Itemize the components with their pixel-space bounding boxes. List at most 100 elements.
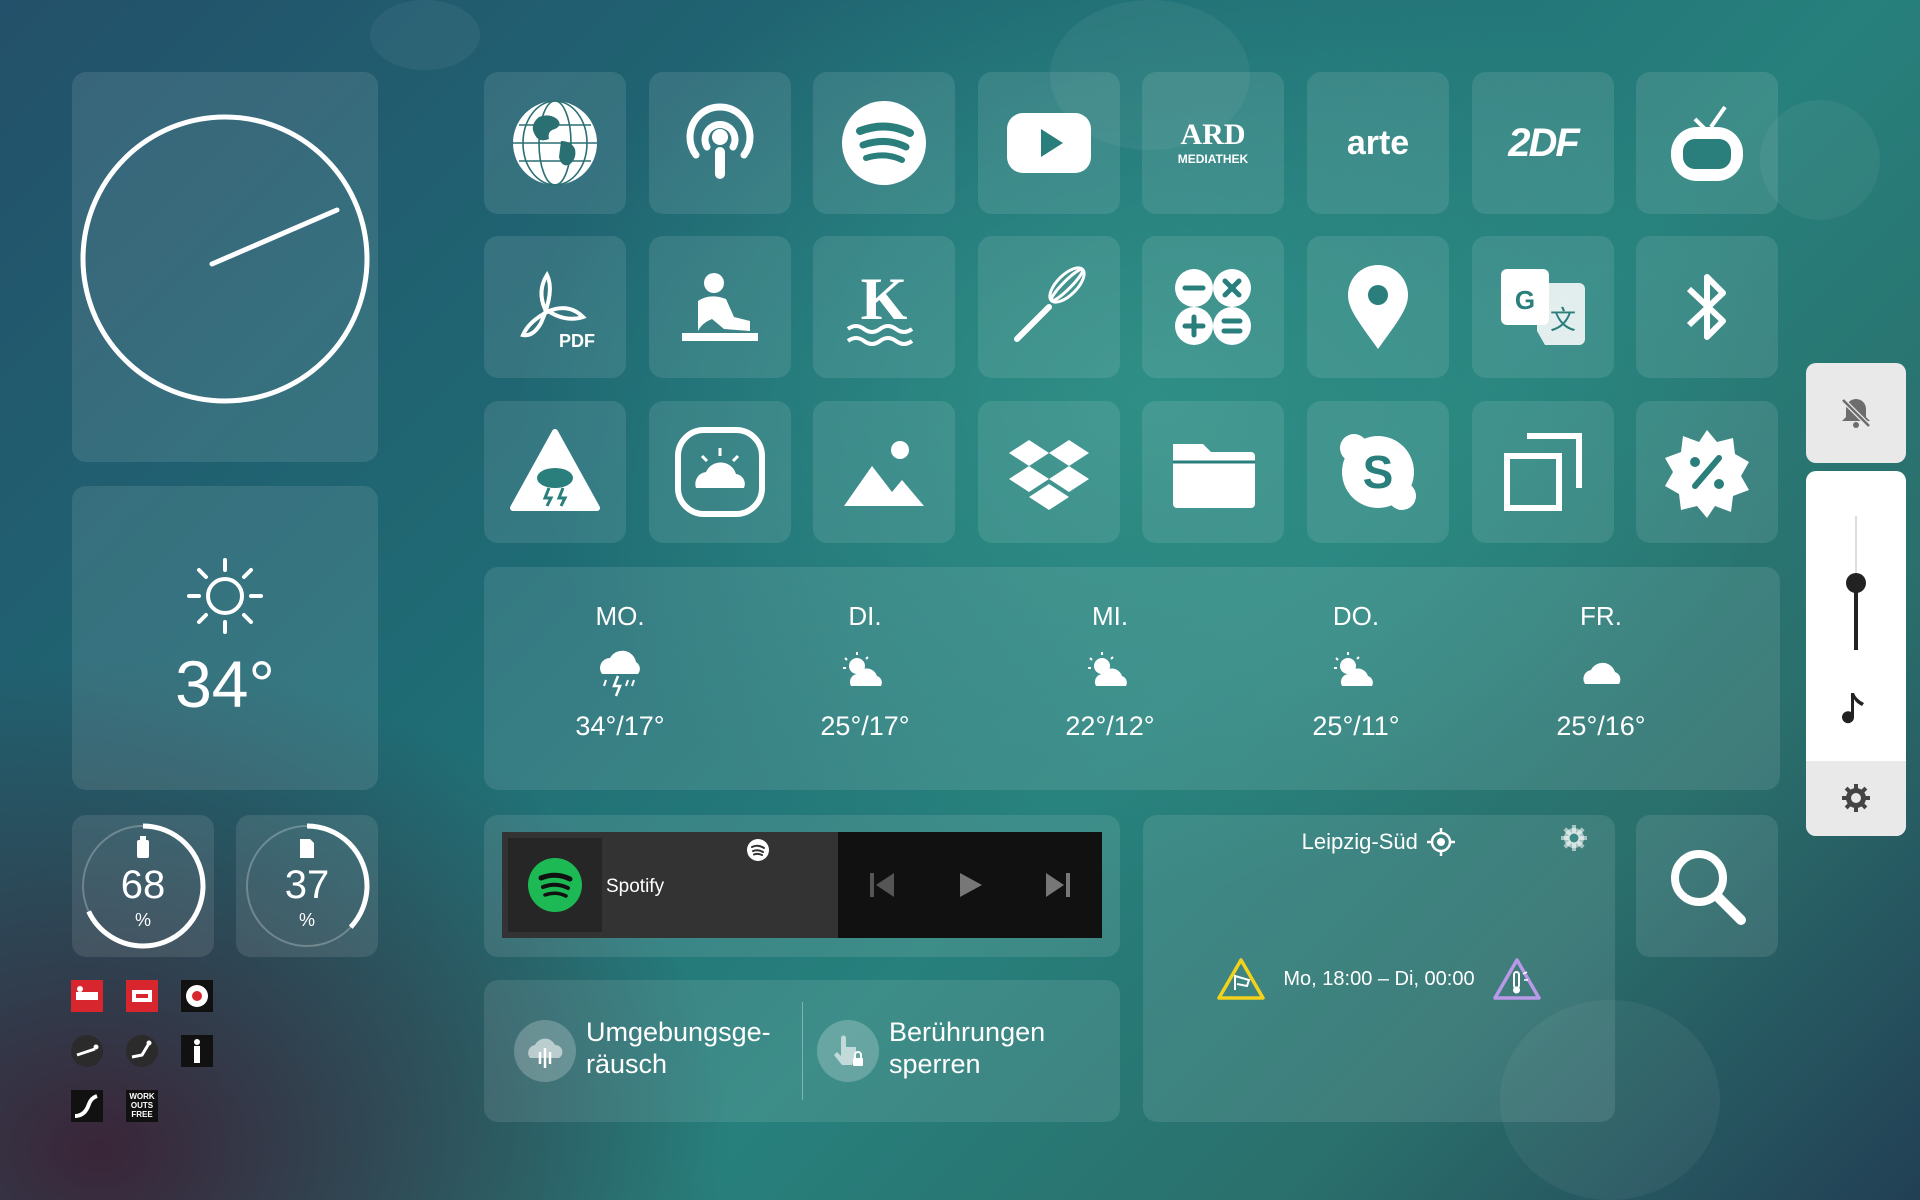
workout-figure-icon	[186, 985, 208, 1007]
play-button[interactable]	[954, 869, 986, 901]
bluetooth-app[interactable]	[1636, 236, 1778, 378]
heat-warning-icon	[1493, 958, 1541, 1000]
current-weather-widget[interactable]: 34°	[72, 486, 378, 790]
partly-cloudy-icon	[843, 652, 882, 686]
situp-icon	[131, 1040, 152, 1059]
spotify-badge-icon	[747, 839, 769, 861]
storage-unit: %	[298, 910, 315, 930]
multitask-app[interactable]	[1472, 401, 1614, 543]
gps-locate-icon[interactable]	[1426, 827, 1456, 857]
media-player[interactable]: Spotify	[502, 832, 1102, 938]
gallery-app[interactable]	[813, 401, 955, 543]
forecast-day-name: FR.	[1580, 601, 1622, 631]
media-player-widget: Spotify	[484, 815, 1120, 957]
skype-icon: S	[1340, 434, 1416, 510]
kindle-app[interactable]	[649, 236, 791, 378]
mute-notifications-button[interactable]	[1806, 363, 1906, 463]
forecast-day-name: MI.	[1091, 601, 1129, 631]
pdf-app[interactable]: PDF	[484, 236, 626, 378]
weather-warning-app[interactable]	[484, 401, 626, 543]
previous-track-button[interactable]	[866, 869, 898, 901]
maps-app[interactable]	[1307, 236, 1449, 378]
workout-app-1[interactable]	[71, 980, 103, 1012]
whisk-icon	[1014, 266, 1086, 342]
touch-lock-icon	[817, 1020, 879, 1082]
tv-icon	[1671, 105, 1743, 181]
forecast-day: DI. 25°/17°	[785, 601, 945, 742]
cloud-sound-icon	[514, 1020, 576, 1082]
partly-cloudy-icon	[1334, 652, 1373, 686]
volume-slider-thumb[interactable]	[1846, 573, 1866, 593]
storage-widget[interactable]: 37 %	[236, 815, 378, 957]
svg-text:G: G	[1515, 285, 1535, 315]
workout-app-4[interactable]	[71, 1035, 103, 1067]
workout-app-6[interactable]	[181, 1035, 213, 1067]
settings-gear-icon[interactable]	[1559, 823, 1589, 853]
analog-clock-icon	[80, 114, 370, 404]
workout-app-7[interactable]	[71, 1090, 103, 1122]
youtube-app[interactable]	[978, 72, 1120, 214]
volume-slider-fill	[1854, 583, 1858, 650]
sun-icon	[187, 558, 263, 634]
globe-icon	[513, 100, 597, 186]
forecast-temps: 22°/12°	[1065, 711, 1155, 741]
folder-icon	[1173, 444, 1255, 508]
volume-settings-button[interactable]	[1806, 761, 1906, 836]
forecast-temps: 25°/11°	[1312, 711, 1400, 741]
bell-off-icon	[1840, 397, 1872, 429]
skype-app[interactable]: S	[1307, 401, 1449, 543]
clock-widget[interactable]	[72, 72, 378, 462]
podcast-app[interactable]	[649, 72, 791, 214]
arte-app[interactable]: arte	[1307, 72, 1449, 214]
workout-app-5[interactable]	[126, 1035, 158, 1067]
discount-badge-icon	[1665, 430, 1749, 518]
browser-app[interactable]	[484, 72, 626, 214]
recipes-app[interactable]	[978, 236, 1120, 378]
map-pin-icon	[1348, 265, 1408, 349]
overlapping-windows-icon	[1504, 433, 1582, 511]
files-app[interactable]	[1142, 401, 1284, 543]
quick-toggles-widget: Umgebungsge- räusch Berührungen sperren	[484, 980, 1120, 1122]
workout-app-2[interactable]	[126, 980, 158, 1012]
touch-lock-label: Berührungen sperren	[889, 1017, 1046, 1079]
zdf-app[interactable]: 2DF	[1472, 72, 1614, 214]
pdf-label: PDF	[559, 331, 595, 351]
search-button[interactable]	[1636, 815, 1778, 957]
podcast-icon	[686, 103, 754, 179]
ard-mediathek-app[interactable]: ARD MEDIATHEK	[1142, 72, 1284, 214]
forecast-day-name: MO.	[595, 601, 645, 631]
toggle-divider	[802, 1002, 803, 1100]
tv-app[interactable]	[1636, 72, 1778, 214]
translate-app[interactable]: G 文	[1472, 236, 1614, 378]
svg-text:K: K	[861, 266, 908, 332]
ard-logo: ARD	[1180, 118, 1246, 151]
weather-app[interactable]	[649, 401, 791, 543]
kachelmann-app[interactable]: K	[813, 236, 955, 378]
forecast-widget[interactable]: MO. 34°/17° DI. 25°/17° MI. 22°/12° DO.	[484, 567, 1780, 790]
spotify-app[interactable]	[813, 72, 955, 214]
volume-panel	[1806, 471, 1906, 836]
next-track-button[interactable]	[1042, 869, 1074, 901]
forecast-day-name: DI.	[848, 601, 882, 631]
battery-icon	[137, 840, 149, 858]
weather-warning-widget[interactable]: Leipzig-Süd Mo, 18:00 – Di, 00:00	[1143, 815, 1615, 1122]
youtube-play-icon	[1007, 113, 1091, 173]
calculator-app[interactable]	[1142, 236, 1284, 378]
workouts-free-logo: WORK OUTS FREE	[129, 1092, 155, 1119]
mediathek-label: MEDIATHEK	[1177, 152, 1249, 166]
media-artwork	[508, 838, 602, 932]
spotify-logo-icon	[528, 858, 582, 912]
workout-app-3[interactable]	[181, 980, 213, 1012]
current-temperature: 34°	[175, 647, 275, 721]
cloud-icon	[1583, 662, 1621, 684]
zdf-logo: 2DF	[1508, 121, 1580, 165]
deals-app[interactable]	[1636, 401, 1778, 543]
dropbox-app[interactable]	[978, 401, 1120, 543]
ambient-noise-toggle[interactable]: Umgebungsge- räusch	[514, 1004, 794, 1098]
touch-lock-toggle[interactable]: Berührungen sperren	[817, 1004, 1097, 1098]
arte-logo: arte	[1346, 124, 1410, 162]
workouts-free-app[interactable]: WORK OUTS FREE	[126, 1090, 158, 1122]
battery-widget[interactable]: 68 %	[72, 815, 214, 957]
volume-slider-track[interactable]	[1846, 516, 1866, 650]
svg-text:文: 文	[1550, 305, 1576, 335]
